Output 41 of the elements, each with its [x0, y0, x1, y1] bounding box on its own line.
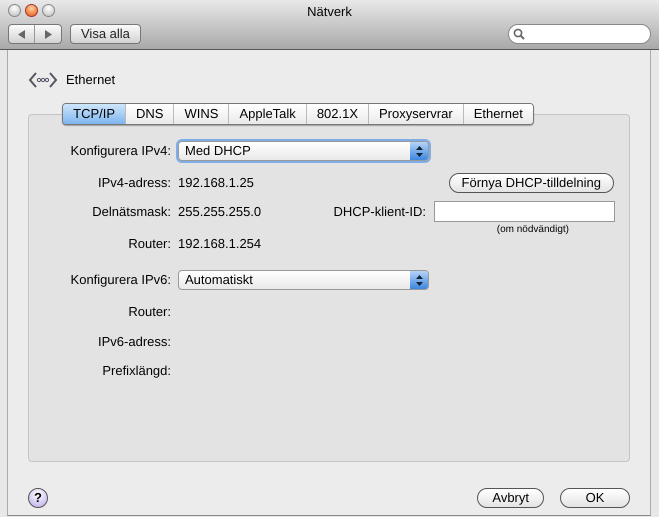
window-control-icon[interactable] — [42, 4, 55, 17]
renew-dhcp-button[interactable]: Förnya DHCP-tilldelning — [448, 173, 614, 193]
tab[interactable]: TCP/IP — [63, 104, 126, 124]
ok-button[interactable]: OK — [560, 488, 630, 508]
field-label: IPv4-adress: — [97, 174, 172, 192]
window-control-icon[interactable] — [25, 4, 38, 17]
back-forward-control[interactable] — [8, 24, 62, 44]
field-value: 255.255.255.0 — [178, 202, 262, 221]
tab[interactable]: Proxyservrar — [369, 104, 464, 124]
field-value: 192.168.1.254 — [178, 235, 262, 254]
forward-arrow-icon[interactable] — [44, 30, 52, 38]
tab[interactable]: AppleTalk — [229, 104, 307, 124]
back-arrow-icon[interactable] — [18, 30, 25, 38]
window-control-icon[interactable] — [8, 4, 21, 17]
field-label: Router: — [127, 235, 172, 254]
ethernet-icon — [28, 70, 58, 90]
field-label: Delnätsmask: — [91, 202, 172, 221]
tab[interactable]: DNS — [126, 104, 174, 124]
field-value: 192.168.1.25 — [178, 174, 254, 192]
help-button[interactable]: ? — [28, 488, 48, 508]
service-name: Ethernet — [66, 70, 116, 89]
dropdown[interactable]: Automatiskt — [178, 270, 429, 290]
field-label: Konfigurera IPv4: — [70, 142, 172, 160]
tab[interactable]: WINS — [174, 104, 230, 124]
tab[interactable]: Ethernet — [464, 104, 533, 124]
field-label: IPv6-adress: — [97, 333, 172, 352]
field-label: DHCP-klient-ID: — [334, 202, 426, 221]
search-icon — [513, 28, 525, 40]
search-field[interactable] — [508, 24, 651, 44]
window-title: Nätverk — [307, 4, 352, 20]
field-label: Konfigurera IPv6: — [70, 271, 172, 290]
field-label: Router: — [127, 303, 172, 322]
text-field[interactable] — [434, 201, 615, 222]
hint-text: (om nödvändigt) — [496, 225, 569, 235]
updown-arrows-icon — [416, 146, 422, 156]
dropdown[interactable]: Med DHCP — [178, 141, 429, 161]
field-label: Prefixlängd: — [101, 362, 172, 380]
cancel-button[interactable]: Avbryt — [477, 488, 544, 508]
updown-arrows-icon — [416, 274, 422, 286]
show-all-button[interactable]: Visa alla — [70, 24, 141, 44]
tab[interactable]: 802.1X — [306, 104, 370, 124]
